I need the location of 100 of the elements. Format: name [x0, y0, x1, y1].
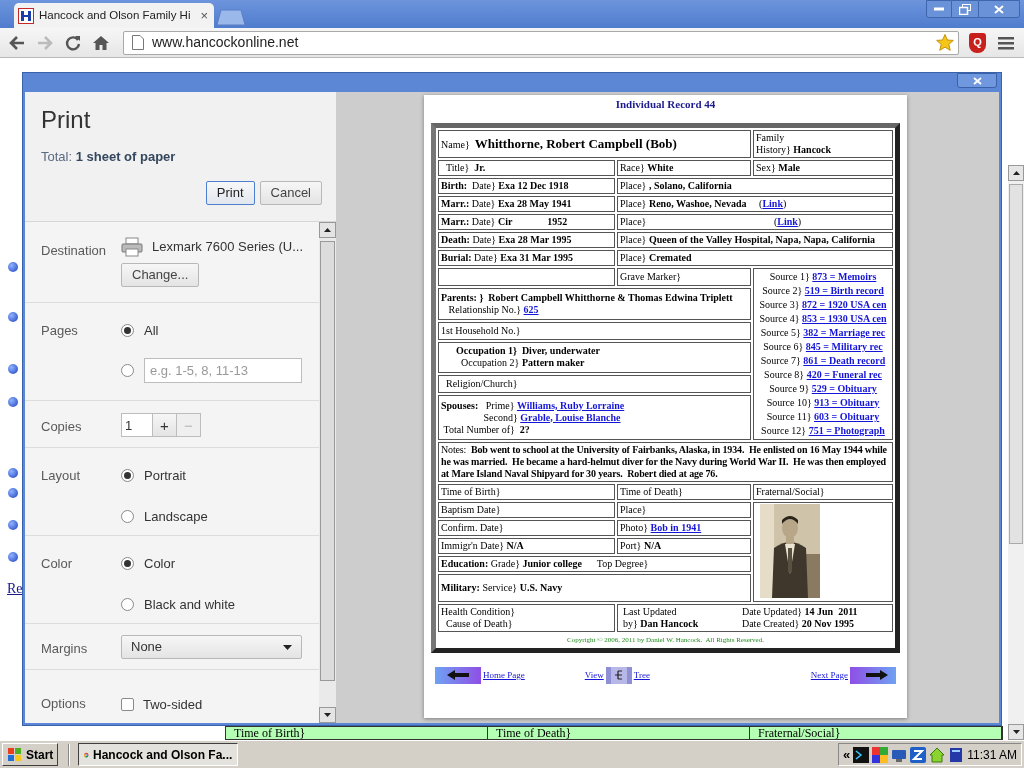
dialog-close-button[interactable] — [957, 73, 997, 88]
scroll-up-button[interactable] — [1008, 165, 1024, 181]
cell-text: Burial: Date} Exa 31 Mar 1995 — [441, 252, 575, 264]
bullet-icon — [8, 364, 18, 374]
url-text: www.hancockonline.net — [152, 33, 300, 52]
change-button[interactable]: Change... — [121, 263, 200, 287]
extension-button[interactable]: Q — [969, 32, 986, 53]
cell-text: 1st Household No.} — [441, 324, 522, 337]
reload-icon[interactable] — [64, 33, 82, 52]
down-arrow-icon — [324, 713, 331, 717]
margins-select[interactable]: None — [121, 635, 302, 659]
cell-text: by} Dan Hancock — [622, 618, 700, 630]
scroll-up-button[interactable] — [319, 222, 336, 238]
cell-text: Birth: Date} Exa 12 Dec 1918 — [441, 180, 570, 192]
cell-text: Death: Date} Exa 28 Mar 1995 — [441, 234, 573, 246]
link[interactable]: Link — [762, 198, 783, 209]
radio-button[interactable] — [121, 509, 134, 523]
settings-scrollbar[interactable] — [319, 222, 336, 723]
bullet-icon — [8, 397, 18, 407]
start-button[interactable]: Start — [2, 743, 59, 766]
show-hidden-icons-button[interactable]: « — [843, 744, 851, 765]
cell-text: Place} Queen of the Valley Hospital, Napa, Napa, California — [619, 234, 877, 246]
address-bar[interactable]: www.hancockonline.net — [123, 30, 959, 55]
cell-text: Marr.: Date} Cir 1952 — [441, 216, 569, 228]
scroll-thumb[interactable] — [1009, 184, 1023, 544]
link[interactable]: Tree — [633, 668, 650, 683]
page-scrollbar[interactable] — [1008, 165, 1024, 740]
cell-text: Military: Service} U.S. Navy — [441, 582, 564, 594]
link[interactable]: Grable, Louise Blanche — [520, 411, 621, 423]
cell-text: Source 9} 529 = Obituary — [768, 382, 878, 396]
close-button[interactable] — [978, 0, 1020, 18]
radio-button[interactable] — [121, 469, 134, 483]
browser-tab[interactable]: Hancock and Olson Family Hi × — [14, 3, 214, 28]
colored-squares-icon[interactable] — [872, 746, 889, 763]
radio-button[interactable] — [121, 557, 134, 571]
link[interactable]: Link — [777, 216, 798, 227]
table-cell: Time of Death} — [488, 727, 750, 739]
link[interactable]: 861 = Death record — [803, 355, 886, 366]
link[interactable]: Williams, Ruby Lorraine — [516, 399, 625, 411]
cell-text: Source 1} 873 = Memoirs — [768, 270, 878, 284]
link[interactable]: 529 = Obituary — [811, 383, 877, 394]
radio-label: Black and white — [144, 595, 236, 614]
link[interactable]: 420 = Funeral rec — [806, 369, 882, 380]
print-button[interactable]: Print — [205, 180, 255, 205]
taskbar-button[interactable]: Hancock and Olson Fa... — [78, 743, 239, 766]
cell-text: Sex} Male — [756, 162, 801, 174]
increment-button[interactable]: + — [153, 413, 177, 437]
cell-text: Place} — [619, 504, 648, 516]
link[interactable]: 845 = Military rec — [805, 341, 883, 352]
z-app-icon[interactable] — [910, 746, 927, 763]
scroll-down-button[interactable] — [1008, 724, 1024, 740]
link[interactable]: 873 = Memoirs — [812, 271, 877, 282]
cell-text: Immigr'n Date} N/A — [441, 540, 525, 552]
restore-button[interactable] — [952, 0, 978, 18]
star-icon[interactable] — [936, 34, 954, 51]
link[interactable]: 603 = Obituary — [814, 411, 880, 422]
link[interactable]: 913 = Obituary — [814, 397, 880, 408]
tree-button[interactable] — [605, 667, 632, 684]
radio-label: All — [144, 322, 159, 340]
radio-button[interactable] — [121, 363, 134, 377]
cancel-button[interactable]: Cancel — [259, 180, 322, 205]
book-icon[interactable] — [948, 746, 965, 763]
down-arrow-icon — [1012, 730, 1020, 734]
scroll-thumb[interactable] — [320, 241, 335, 681]
link[interactable]: 625 — [523, 303, 539, 315]
back-icon[interactable] — [8, 34, 26, 51]
close-icon — [994, 4, 1004, 14]
right-arrow-button[interactable] — [850, 667, 896, 684]
tab-close-button[interactable]: × — [200, 9, 208, 22]
house-icon[interactable] — [929, 746, 946, 763]
terminal-icon[interactable] — [853, 746, 870, 763]
link[interactable]: Re — [7, 578, 23, 599]
cell-text: Place} Reno, Washoe, Nevada (Link) — [619, 198, 788, 210]
link[interactable]: View — [584, 668, 604, 683]
copies-field[interactable]: 1 — [121, 413, 153, 437]
link[interactable]: 519 = Birth record — [804, 285, 884, 296]
cell-text: Time of Birth} — [441, 486, 502, 498]
home-icon[interactable] — [92, 34, 110, 51]
link[interactable]: 751 = Photograph — [808, 425, 885, 436]
link[interactable]: Home Page — [483, 668, 525, 683]
left-arrow-button[interactable] — [435, 667, 481, 684]
checkbox[interactable] — [121, 698, 134, 712]
scroll-down-button[interactable] — [319, 707, 336, 723]
minimize-button[interactable] — [926, 0, 952, 18]
radio-button[interactable] — [121, 597, 134, 611]
link[interactable]: Next Page — [810, 668, 848, 683]
printer-name: Lexmark 7600 Series (U... — [152, 238, 303, 257]
link[interactable]: 872 = 1920 USA cen — [802, 299, 887, 310]
link[interactable]: 382 = Marriage rec — [803, 327, 886, 338]
cell-text: Relationship No.} 625 — [447, 303, 540, 316]
link[interactable]: Bob in 1941 — [650, 522, 702, 533]
radio-button[interactable] — [121, 324, 134, 338]
menu-icon[interactable] — [998, 35, 1014, 50]
link[interactable]: 853 = 1930 USA cen — [802, 313, 887, 324]
cell-text: Notes: Bob went to school at the University of Fairbanks, Alaska, in 1934. He enlisted on 16 May 1944 while he was married. He became a hard-helmut diver for the Navy during World War II. He was then employed at Mare Island Naval Shipyard for 30 years. Robert died at age 76. — [441, 444, 888, 480]
cell-text: Source 10} 913 = Obituary — [765, 396, 881, 410]
setting-label: Layout — [40, 467, 82, 485]
cell-text: Source 2} 519 = Birth record — [761, 284, 885, 298]
page-range-field[interactable]: e.g. 1-5, 8, 11-13 — [144, 357, 302, 383]
bullet-icon — [8, 262, 18, 272]
